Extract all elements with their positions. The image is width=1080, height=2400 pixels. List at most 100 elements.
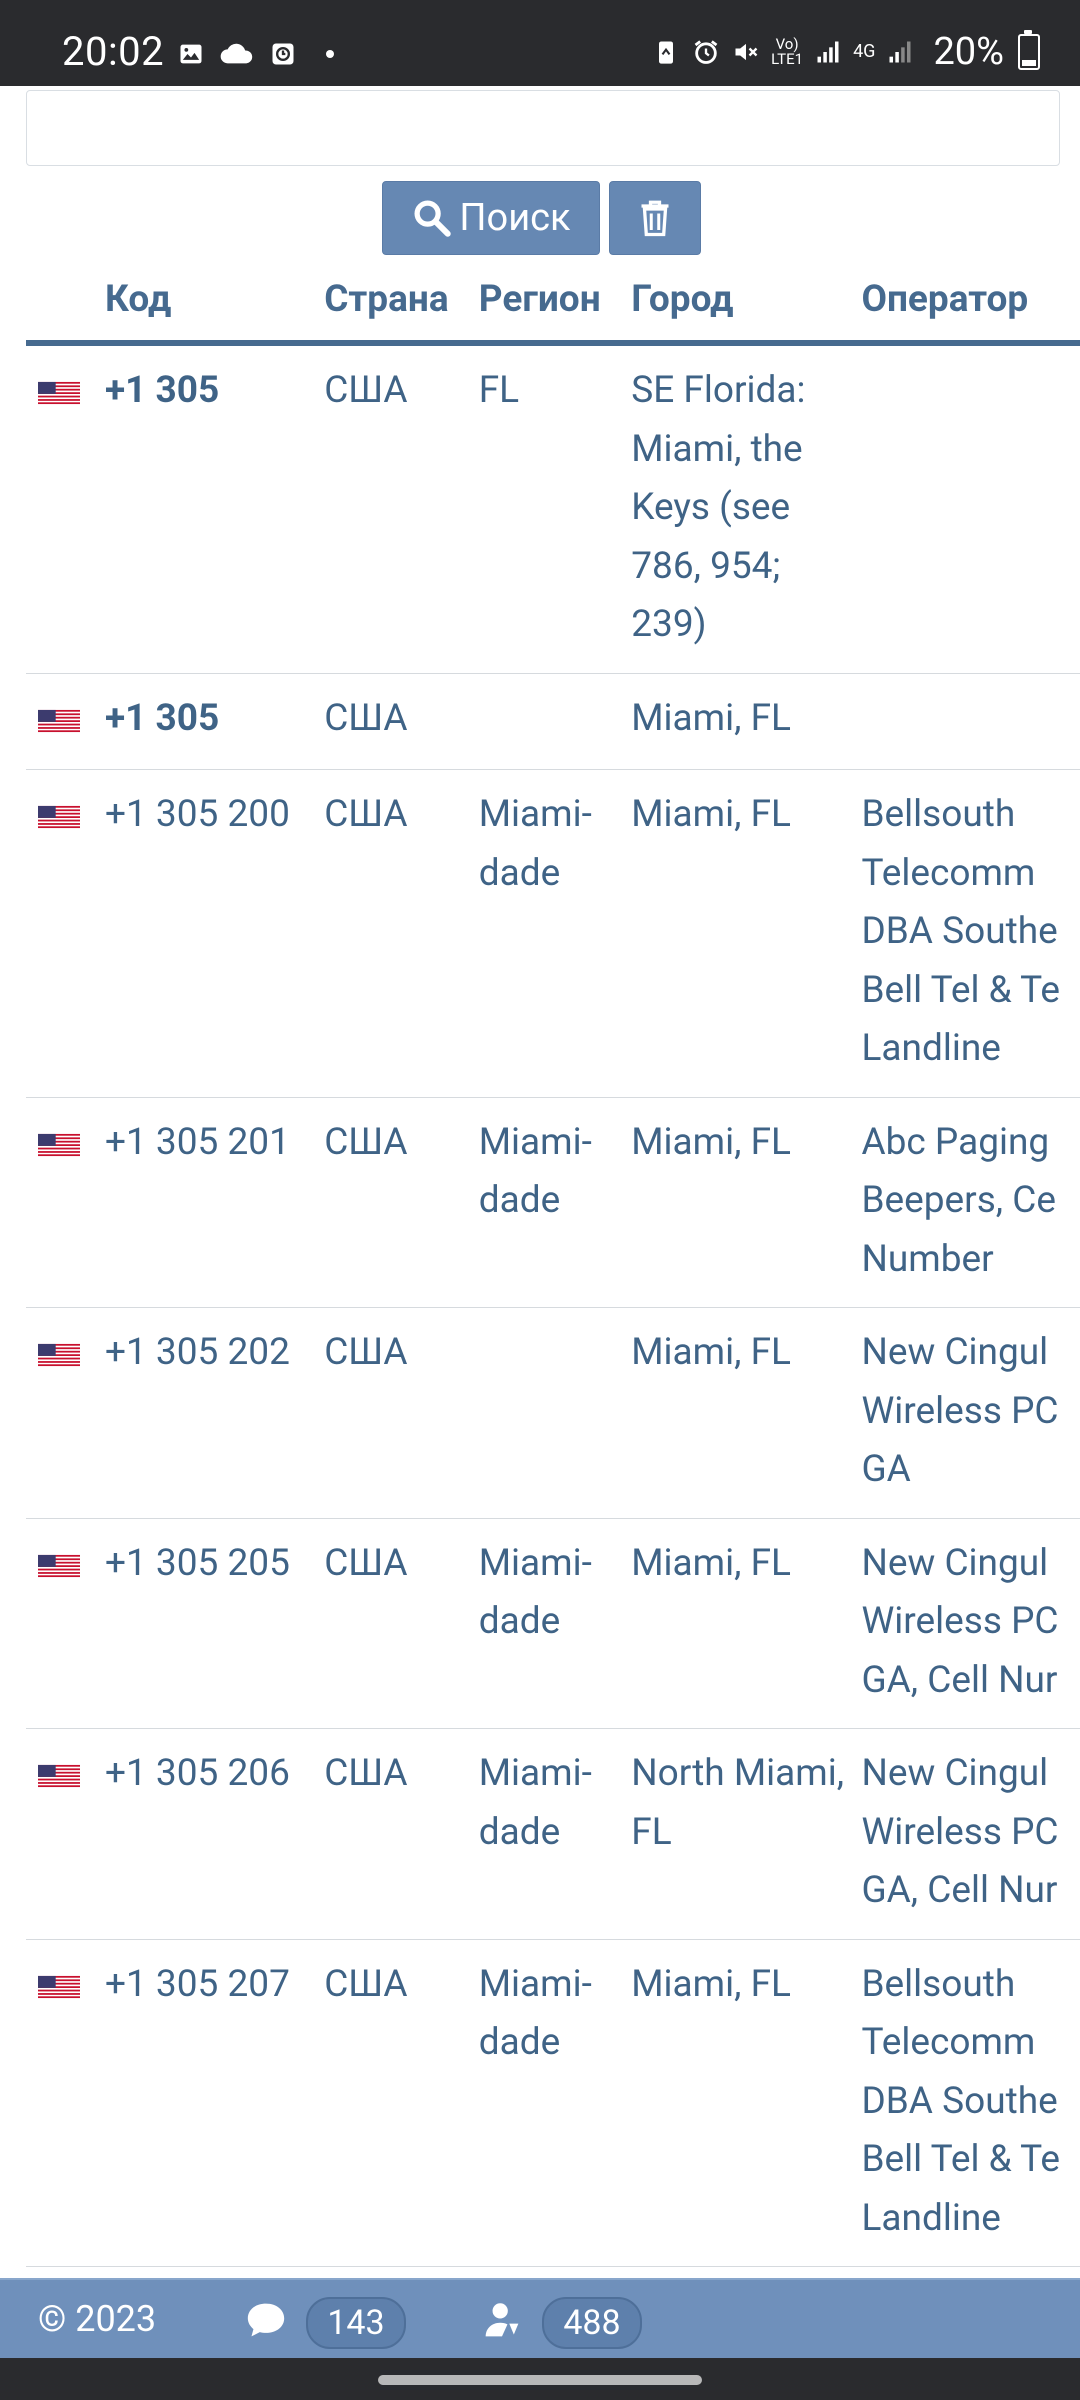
header-operator[interactable]: Оператор: [861, 258, 1080, 346]
flag-cell: [26, 1939, 105, 2267]
header-region[interactable]: Регион: [478, 258, 632, 346]
us-flag-icon: [38, 709, 80, 732]
code-cell[interactable]: +1 305 205: [104, 1518, 325, 1729]
code-cell[interactable]: +1 305: [104, 343, 325, 674]
city-cell: Miami, FL: [631, 1518, 862, 1729]
clock-app-icon: [272, 43, 294, 65]
city-cell: Miami, FL: [631, 673, 862, 770]
table-row[interactable]: +1 305 США FL SE Florida: Miami, the Keys (…: [26, 343, 1080, 674]
operator-cell: New Cingul Wireless PC GA, Cell Nur: [861, 1728, 1080, 1940]
code-cell[interactable]: +1 305 200: [104, 769, 325, 1098]
flag-cell: [26, 343, 105, 674]
copyright: © 2023: [38, 2298, 157, 2340]
home-handle[interactable]: [378, 2375, 702, 2385]
flag-cell: [26, 2266, 105, 2278]
region-cell: Miami-dade: [478, 1939, 632, 2267]
search-button-label: Поиск: [459, 196, 571, 240]
footer: © 2023 143 488: [0, 2278, 1080, 2360]
region-cell: FL: [478, 343, 632, 674]
cloud-icon: [220, 43, 253, 64]
operator-cell: New Cingul Wireless PC GA: [861, 1307, 1080, 1519]
city-cell: Miami, FL: [631, 2266, 862, 2278]
signal-icon: [817, 41, 839, 63]
alarm-icon: [694, 40, 718, 64]
dot-icon: [326, 50, 334, 58]
flag-cell: [26, 1518, 105, 1729]
operator-text: Bellsouth Telecomm DBA Southe Bell Tel &…: [861, 793, 1061, 1070]
country-cell: США: [324, 673, 479, 770]
comments-count[interactable]: 143: [306, 2297, 406, 2349]
header-code[interactable]: Код: [104, 258, 325, 346]
clear-button[interactable]: [609, 181, 701, 255]
mute-icon: [735, 43, 758, 61]
operator-cell: Bellsouth Telecomm DBA Southe Bell Tel &…: [861, 769, 1080, 1098]
flag-cell: [26, 1097, 105, 1308]
code-cell[interactable]: +1 305: [104, 673, 325, 770]
image-icon: [180, 44, 202, 64]
notification-icons: [176, 40, 334, 68]
country-cell: США: [324, 2266, 479, 2278]
us-flag-icon: [38, 1133, 80, 1156]
us-flag-icon: [38, 1975, 80, 1998]
user-icon[interactable]: [480, 2300, 524, 2340]
city-cell: Miami, FL: [631, 769, 862, 1098]
country-cell: США: [324, 1939, 479, 2267]
us-flag-icon: [38, 1554, 80, 1577]
country-cell: США: [324, 1518, 479, 1729]
us-flag-icon: [38, 381, 80, 405]
users-count[interactable]: 488: [542, 2297, 642, 2349]
results-table: Код Страна Регион Город Оператор +1 305 С…: [26, 258, 1080, 2278]
us-flag-icon: [38, 1764, 80, 1788]
search-button[interactable]: Поиск: [382, 181, 600, 255]
header-flag: [26, 258, 105, 346]
region-cell: Miami-dade: [478, 1518, 632, 1729]
region-cell: [478, 1307, 632, 1519]
results-table-container[interactable]: Код Страна Регион Город Оператор +1 305 С…: [0, 258, 1080, 2278]
country-cell: США: [324, 343, 479, 674]
code-cell[interactable]: +1 305 208: [104, 2266, 325, 2278]
operator-cell: New Cingul Wireless PC GA, Cell Nur: [861, 1518, 1080, 1729]
code-cell[interactable]: +1 305 207: [104, 1939, 325, 2267]
table-row[interactable]: +1 305 206 США Miami-dade North Miami, FL Ne…: [26, 1728, 1080, 1940]
table-row[interactable]: +1 305 201 США Miami-dade Miami, FL Abc Pagi…: [26, 1097, 1080, 1308]
system-icons: Vo) LTE1 4G 20%: [651, 30, 1040, 74]
region-cell: Miami-dade: [478, 1097, 632, 1308]
region-cell: Miami-dade: [478, 2266, 632, 2278]
flag-cell: [26, 1728, 105, 1940]
region-cell: Miami-dade: [478, 769, 632, 1098]
us-flag-icon: [38, 805, 80, 829]
table-row[interactable]: +1 305 208СШАMiami-dadeMiami, FLUsa Mobi…: [26, 2266, 1080, 2278]
us-flag-icon: [38, 1343, 80, 1367]
country-cell: США: [324, 1728, 479, 1940]
table-row[interactable]: +1 305 США Miami, FL: [26, 673, 1080, 770]
chat-bubble-icon[interactable]: [244, 2300, 288, 2340]
table-row[interactable]: +1 305 205 США Miami-dade Miami, FL New Cing…: [26, 1518, 1080, 1729]
header-city[interactable]: Город: [631, 258, 862, 346]
table-header-row: Код Страна Регион Город Оператор: [26, 258, 1080, 346]
signal-icon: [889, 41, 911, 63]
volte-icon: Vo) LTE1: [771, 35, 804, 68]
4g-icon: 4G: [853, 41, 876, 62]
battery-icon: [1018, 30, 1040, 70]
table-row[interactable]: +1 305 207 США Miami-dade Miami, FL Bellsout…: [26, 1939, 1080, 2267]
code-cell[interactable]: +1 305 202: [104, 1307, 325, 1519]
recycle-icon: [659, 41, 674, 64]
search-input[interactable]: [26, 90, 1060, 166]
code-cell[interactable]: +1 305 206: [104, 1728, 325, 1940]
city-cell: SE Florida: Miami, the Keys (see 786, 95…: [631, 343, 862, 674]
header-country[interactable]: Страна: [324, 258, 479, 346]
search-icon: [414, 200, 452, 237]
table-row[interactable]: +1 305 202 США Miami, FL New Cingul Wireles…: [26, 1307, 1080, 1519]
country-cell: США: [324, 1097, 479, 1308]
country-cell: США: [324, 1307, 479, 1519]
operator-text: New Cingul Wireless PC GA, Cell Nur: [861, 1752, 1059, 1912]
city-cell: Miami, FL: [631, 1097, 862, 1308]
navigation-bar: [0, 2358, 1080, 2400]
table-row[interactable]: +1 305 200 США Miami-dade Miami, FL Bellsout…: [26, 769, 1080, 1098]
operator-cell: Usa Mobilit Wireless: [861, 2266, 1080, 2278]
code-cell[interactable]: +1 305 201: [104, 1097, 325, 1308]
status-bar: 20:02 Vo) LTE1 4G 20%: [0, 0, 1080, 86]
flag-cell: [26, 1307, 105, 1519]
city-cell: Miami, FL: [631, 1307, 862, 1519]
city-cell: North Miami, FL: [631, 1728, 862, 1940]
